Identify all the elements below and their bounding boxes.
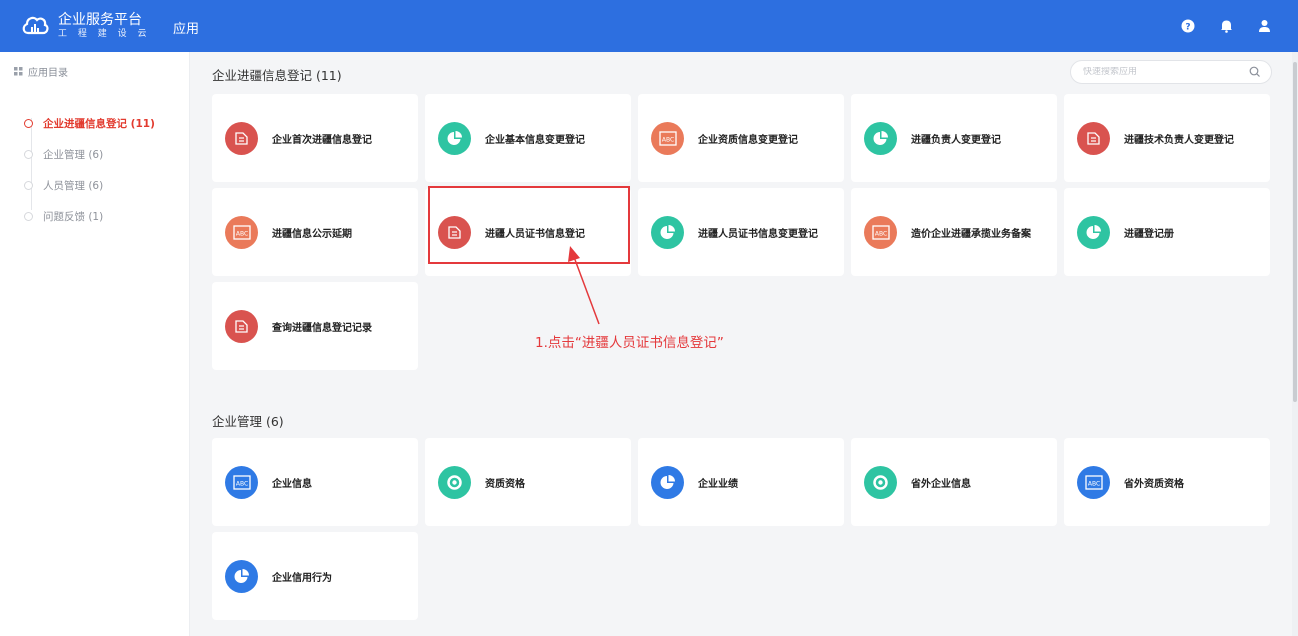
sidebar-item-label: 问题反馈 (1) [43,211,104,223]
svg-text:ABC: ABC [874,230,886,237]
pie-chart-icon [864,121,897,155]
svg-text:ABC: ABC [235,480,247,487]
app-card-label: 省外企业信息 [911,478,971,490]
ring-icon [864,465,897,499]
brand-subtitle: 工 程 建 设 云 [58,29,151,39]
app-card[interactable]: ABC 省外资质资格 [1064,438,1270,526]
sidebar-item-feedback[interactable]: 问题反馈 (1) [24,201,189,232]
app-card[interactable]: 进疆人员证书信息变更登记 [638,188,844,276]
document-icon [1077,121,1110,155]
app-card-label: 企业首次进疆信息登记 [272,134,372,146]
sidebar-list: 企业进疆信息登记 (11) 企业管理 (6) 人员管理 (6) 问题反馈 (1) [0,108,189,232]
timeline-dot-icon [24,119,33,128]
abc-card-icon: ABC [651,121,684,155]
ring-icon [438,465,471,499]
pie-chart-icon [438,121,471,155]
grid-icon [14,66,23,75]
app-card[interactable]: ABC 造价企业进疆承揽业务备案 [851,188,1057,276]
abc-card-icon: ABC [864,215,897,249]
sidebar-header: 应用目录 [0,52,189,90]
app-card[interactable]: 企业业绩 [638,438,844,526]
scrollbar[interactable] [1292,52,1298,636]
app-card[interactable]: 进疆登记册 [1064,188,1270,276]
app-card[interactable]: 企业首次进疆信息登记 [212,94,418,182]
app-card-label: 进疆信息公示延期 [272,228,352,240]
top-navigation-bar: 企业服务平台 工 程 建 设 云 应用 ? [0,0,1298,52]
app-card[interactable]: 企业基本信息变更登记 [425,94,631,182]
abc-card-icon: ABC [225,465,258,499]
timeline-dot-icon [24,150,33,159]
app-card[interactable]: 企业信用行为 [212,532,418,620]
svg-text:?: ? [1185,23,1190,33]
cloud-logo-icon [22,16,49,35]
app-card-label: 查询进疆信息登记记录 [272,322,372,334]
app-card[interactable]: 进疆技术负责人变更登记 [1064,94,1270,182]
search-icon[interactable] [1249,66,1261,78]
app-catalog-sidebar: 应用目录 企业进疆信息登记 (11) 企业管理 (6) 人员管理 (6) 问题反… [0,52,190,636]
sidebar-title: 应用目录 [28,67,68,79]
app-card-label: 企业业绩 [698,478,738,490]
search-input[interactable] [1083,67,1243,77]
app-card-label: 进疆负责人变更登记 [911,134,1001,146]
svg-text:ABC: ABC [1087,480,1099,487]
sidebar-item-personnel-management[interactable]: 人员管理 (6) [24,170,189,201]
sidebar-item-label: 企业管理 (6) [43,149,104,161]
app-card[interactable]: ABC 企业信息 [212,438,418,526]
app-card[interactable]: 查询进疆信息登记记录 [212,282,418,370]
pie-chart-icon [651,465,684,499]
search-box[interactable] [1070,60,1272,84]
sidebar-item-enterprise-management[interactable]: 企业管理 (6) [24,139,189,170]
app-card-label: 省外资质资格 [1124,478,1184,490]
brand-logo[interactable]: 企业服务平台 工 程 建 设 云 [20,11,150,41]
timeline-dot-icon [24,212,33,221]
app-card-label: 造价企业进疆承揽业务备案 [911,228,1031,240]
brand-title: 企业服务平台 [58,12,142,28]
app-card[interactable]: ABC 企业资质信息变更登记 [638,94,844,182]
document-icon [225,121,258,155]
app-card-label: 企业信息 [272,478,312,490]
pie-chart-icon [651,215,684,249]
document-icon [225,309,258,343]
app-card-label: 进疆人员证书信息变更登记 [698,228,818,240]
scrollbar-thumb[interactable] [1293,62,1297,402]
app-card[interactable]: 省外企业信息 [851,438,1057,526]
app-card[interactable]: 进疆负责人变更登记 [851,94,1057,182]
app-card[interactable]: 资质资格 [425,438,631,526]
section-title: 企业管理 (6) [212,414,284,429]
timeline-dot-icon [24,181,33,190]
bell-icon[interactable] [1216,16,1236,36]
abc-card-icon: ABC [225,215,258,249]
user-icon[interactable] [1254,16,1274,36]
app-card-label: 企业信用行为 [272,572,332,584]
help-icon[interactable]: ? [1178,16,1198,36]
highlight-box [428,186,630,264]
annotation-text: 1.点击“进疆人员证书信息登记” [535,335,724,351]
main-content: 企业进疆信息登记 (11) 企业首次进疆信息登记 企业基本信息变更登记 ABC 企业资… [191,52,1298,636]
nav-apps-link[interactable]: 应用 [173,18,199,37]
sidebar-item-label: 人员管理 (6) [43,180,104,192]
app-card[interactable]: ABC 进疆信息公示延期 [212,188,418,276]
pie-chart-icon [225,559,258,593]
sidebar-item-enterprise-registration[interactable]: 企业进疆信息登记 (11) [24,108,189,139]
app-card-label: 进疆登记册 [1124,228,1174,240]
app-card-label: 企业资质信息变更登记 [698,134,798,146]
svg-text:ABC: ABC [235,230,247,237]
app-card-label: 企业基本信息变更登记 [485,134,585,146]
sidebar-item-label: 企业进疆信息登记 (11) [43,118,155,130]
app-card-label: 进疆技术负责人变更登记 [1124,134,1234,146]
pie-chart-icon [1077,215,1110,249]
section-title: 企业进疆信息登记 (11) [212,68,342,83]
abc-card-icon: ABC [1077,465,1110,499]
svg-text:ABC: ABC [661,136,673,143]
app-card-label: 资质资格 [485,478,525,490]
